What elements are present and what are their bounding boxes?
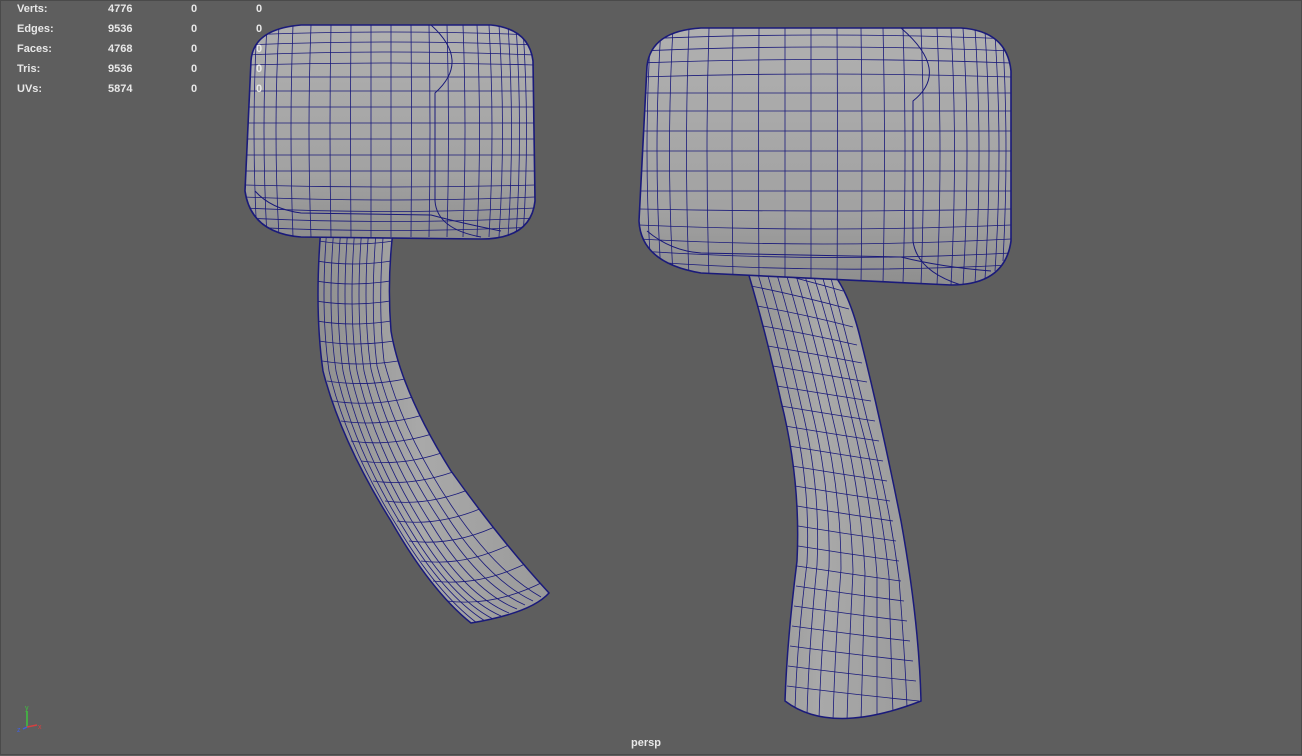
hud-label: Faces: [17,43,52,55]
hud-value-component: 0 [256,3,263,15]
hud-label: UVs: [17,83,43,95]
hud-value-selected: 0 [191,3,198,15]
camera-name-label: persp [631,737,661,749]
hud-value-object: 9536 [108,63,133,75]
hud-label: Tris: [17,63,41,75]
viewport-scene[interactable] [1,1,1302,756]
hud-label: Edges: [17,23,54,35]
axis-z-label: z [17,727,21,734]
mallet-right[interactable] [638,27,1012,721]
hud-value-object: 5874 [108,83,133,95]
axis-y-label: y [25,705,29,712]
hud-value-selected: 0 [191,23,198,35]
axis-gizmo-icon: y z x [17,705,42,734]
axis-x-label: x [38,724,42,731]
hud-value-component: 0 [256,23,263,35]
maya-perspective-viewport[interactable]: Verts: 4776 0 0 Edges: 9536 0 0 Faces: 4… [0,0,1302,755]
hud-value-selected: 0 [191,63,198,75]
mallet-left-head[interactable] [244,24,536,240]
hud-value-component: 0 [256,43,263,55]
hud-value-selected: 0 [191,43,198,55]
hud-label: Verts: [17,3,48,15]
hud-value-component: 0 [256,63,263,75]
mallet-right-handle[interactable] [737,242,922,720]
mallet-right-head[interactable] [638,27,1012,286]
hud-value-selected: 0 [191,83,198,95]
mallet-left[interactable] [244,24,551,624]
hud-value-object: 9536 [108,23,133,35]
hud-value-object: 4768 [108,43,133,55]
hud-value-object: 4776 [108,3,133,15]
hud-value-component: 0 [256,83,263,95]
